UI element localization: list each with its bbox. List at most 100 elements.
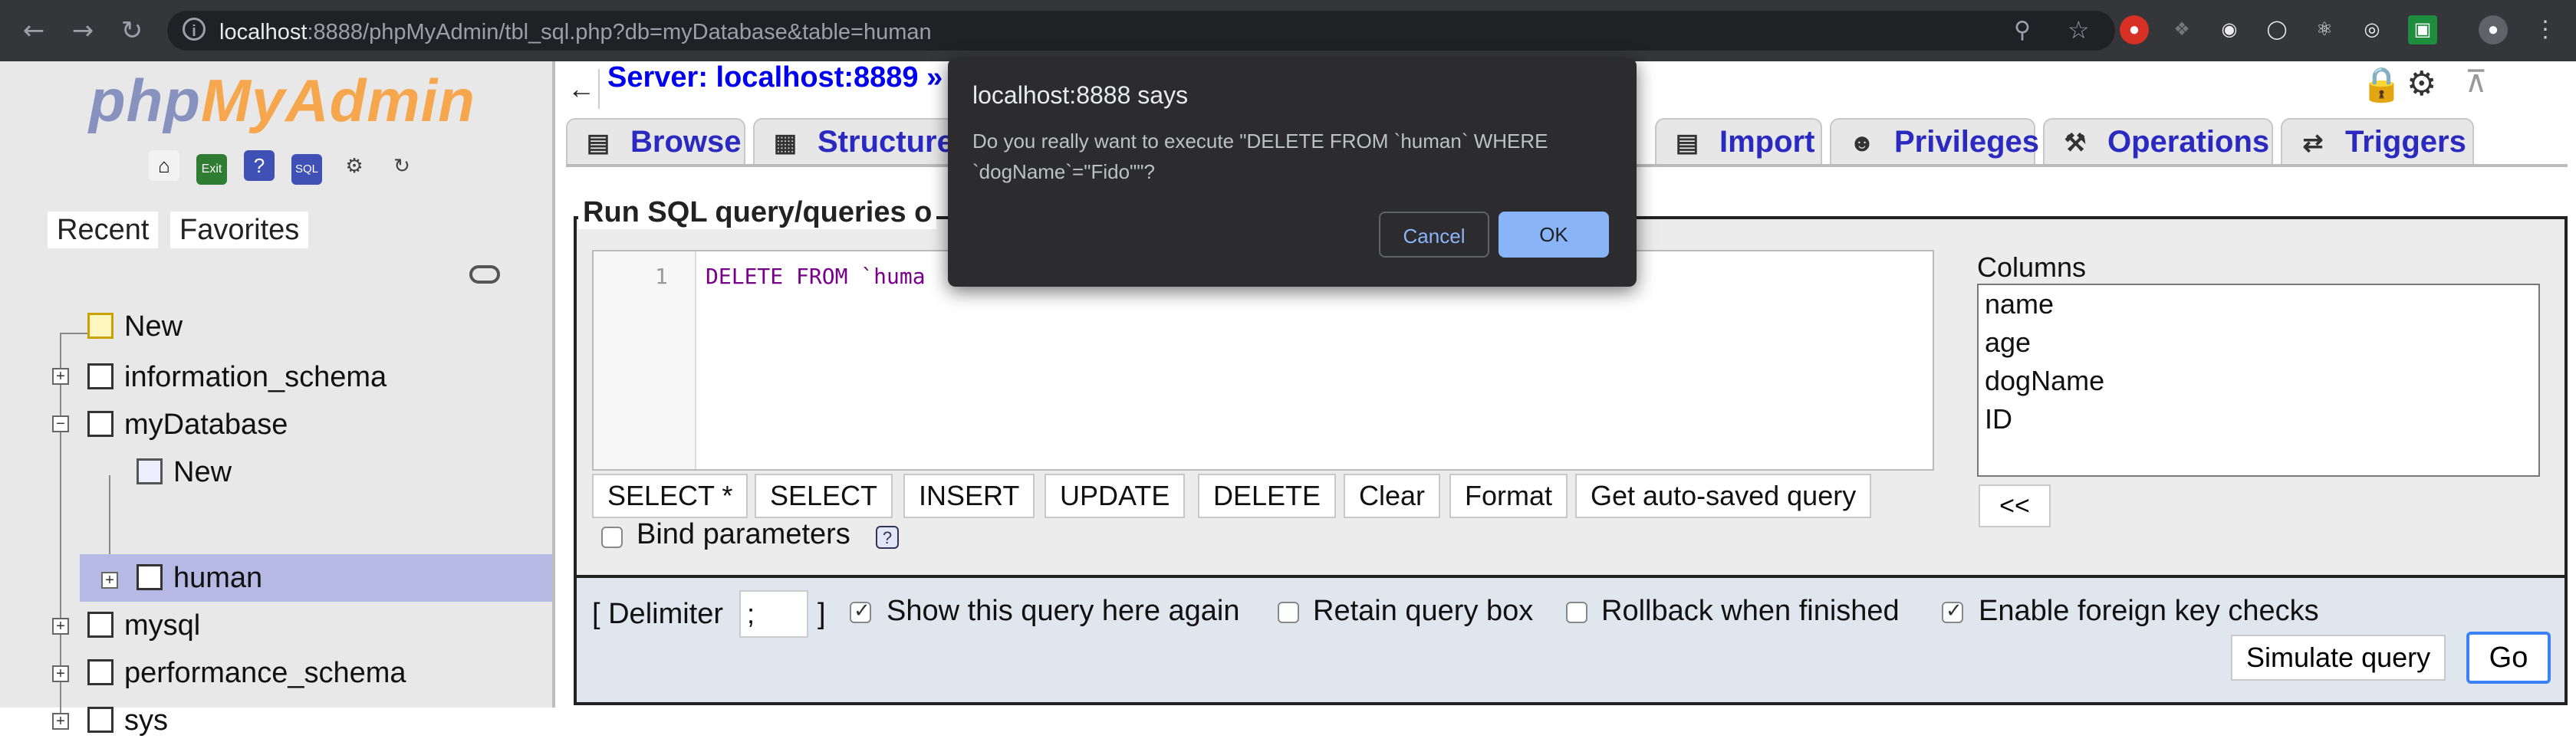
- tab-browse[interactable]: ▤ Browse: [566, 118, 745, 164]
- tree-item-label: human: [173, 562, 263, 594]
- delimiter-input[interactable]: ;: [739, 590, 808, 638]
- logo-my: My: [200, 67, 286, 134]
- go-button[interactable]: Go: [2466, 632, 2551, 684]
- back-icon[interactable]: ←: [15, 12, 52, 49]
- tree-item-label: sys: [124, 704, 168, 737]
- lock-icon[interactable]: 🔒: [2361, 64, 2403, 104]
- bookmark-star-icon[interactable]: ☆: [2068, 15, 2090, 44]
- help-icon[interactable]: ?: [876, 526, 899, 549]
- ok-button[interactable]: OK: [1499, 212, 1609, 258]
- expand-icon[interactable]: +: [52, 618, 69, 635]
- tree-item-mysql[interactable]: mysql: [87, 604, 200, 647]
- tab-operations[interactable]: ⚒ Operations: [2043, 118, 2273, 164]
- tree-item-sys[interactable]: sys: [87, 699, 168, 742]
- logo-php: php: [89, 67, 201, 134]
- select-star-button[interactable]: SELECT *: [592, 474, 748, 518]
- columns-list[interactable]: name age dogName ID: [1977, 284, 2540, 477]
- reload-icon[interactable]: ↻: [114, 12, 150, 49]
- show-query-again-label: Show this query here again: [887, 595, 1240, 627]
- tab-label: Import: [1719, 125, 1815, 159]
- collapse-top-icon[interactable]: ⊼: [2465, 64, 2487, 100]
- retain-query-box-label: Retain query box: [1313, 595, 1534, 627]
- profile-avatar[interactable]: ●: [2479, 15, 2508, 44]
- recent-button[interactable]: Recent: [48, 212, 159, 248]
- extension-green-icon[interactable]: ▣: [2408, 15, 2437, 44]
- simulate-query-button[interactable]: Simulate query: [2231, 635, 2446, 681]
- quick-icon-row: ⌂ Exit? SQL ⚙ ↻: [149, 150, 434, 185]
- breadcrumb[interactable]: Server: localhost:8889 »: [607, 61, 943, 94]
- retain-query-box-checkbox[interactable]: [1278, 602, 1299, 623]
- select-button[interactable]: SELECT: [755, 474, 893, 518]
- bind-parameters-checkbox[interactable]: [601, 527, 623, 548]
- columns-title: Columns: [1977, 251, 2087, 283]
- extension-record-icon[interactable]: ◯: [2262, 15, 2291, 44]
- tab-import[interactable]: ▤ Import: [1655, 118, 1822, 164]
- rollback-checkbox[interactable]: [1566, 602, 1587, 623]
- tree-item-mydatabase[interactable]: myDatabase: [87, 403, 288, 446]
- dialog-title: localhost:8888 says: [972, 81, 1189, 109]
- tab-triggers[interactable]: ⇄ Triggers: [2281, 118, 2474, 164]
- database-icon: [87, 410, 114, 437]
- link-chain-icon[interactable]: [469, 265, 500, 284]
- tree-item-new-table[interactable]: New: [137, 451, 232, 494]
- extension-stop-icon[interactable]: ●: [2120, 15, 2149, 44]
- menu-kebab-icon[interactable]: ⋮: [2531, 15, 2560, 44]
- info-icon[interactable]: i: [183, 18, 206, 41]
- collapse-nav-arrow-icon[interactable]: ←: [564, 69, 600, 109]
- tree-item-human[interactable]: human: [137, 556, 262, 599]
- extension-target-icon[interactable]: ◎: [2357, 15, 2387, 44]
- settings-gear-icon[interactable]: ⚙: [2407, 64, 2436, 103]
- line-number: 1: [655, 264, 668, 289]
- tree-item-performance-schema[interactable]: performance_schema: [87, 652, 406, 694]
- sql-code[interactable]: DELETE FROM `huma: [706, 264, 926, 289]
- clear-button[interactable]: Clear: [1344, 474, 1441, 518]
- extension-puzzle-icon[interactable]: ❖: [2167, 15, 2196, 44]
- expand-icon[interactable]: +: [52, 713, 69, 730]
- tree-item-new-database[interactable]: New: [87, 305, 183, 348]
- insert-button[interactable]: INSERT: [903, 474, 1035, 518]
- favorites-button[interactable]: Favorites: [170, 212, 309, 248]
- forward-icon[interactable]: →: [64, 12, 101, 49]
- format-button[interactable]: Format: [1449, 474, 1568, 518]
- delete-button[interactable]: DELETE: [1198, 474, 1337, 518]
- sql-query-legend: Run SQL query/queries o: [578, 196, 937, 229]
- expand-icon[interactable]: +: [52, 368, 69, 385]
- column-option[interactable]: ID: [1979, 400, 2538, 438]
- home-icon[interactable]: ⌂: [149, 150, 179, 181]
- sql-docs-icon[interactable]: SQL: [291, 154, 322, 185]
- foreign-key-checkbox[interactable]: [1942, 599, 1963, 623]
- url-text[interactable]: localhost:8888/phpMyAdmin/tbl_sql.php?db…: [219, 20, 932, 45]
- column-option[interactable]: dogName: [1979, 362, 2538, 400]
- triggers-icon: ⇄: [2302, 129, 2324, 156]
- get-auto-saved-query-button[interactable]: Get auto-saved query: [1575, 474, 1872, 518]
- foreign-key-label: Enable foreign key checks: [1979, 595, 2319, 627]
- insert-column-button[interactable]: <<: [1979, 484, 2051, 527]
- navigation-panel: phpMyAdmin ⌂ Exit? SQL ⚙ ↻ Recent Favorites …: [0, 61, 555, 737]
- tree-item-information-schema[interactable]: information_schema: [87, 356, 387, 399]
- tree-line: [60, 333, 87, 334]
- expand-icon[interactable]: +: [101, 572, 118, 589]
- new-database-icon: [87, 312, 114, 339]
- database-icon: [87, 611, 114, 638]
- extension-circle-icon[interactable]: ◉: [2215, 15, 2244, 44]
- reload-nav-icon[interactable]: ↻: [387, 150, 417, 181]
- column-option[interactable]: name: [1979, 285, 2538, 323]
- cancel-button[interactable]: Cancel: [1379, 212, 1489, 258]
- address-bar[interactable]: i localhost:8888/phpMyAdmin/tbl_sql.php?…: [167, 11, 2115, 51]
- privileges-icon: ☻: [1849, 129, 1875, 156]
- delimiter-label: [ Delimiter: [592, 598, 724, 630]
- show-query-again-checkbox[interactable]: [850, 599, 871, 623]
- delimiter-close-bracket: ]: [818, 598, 826, 630]
- help-icon[interactable]: ?: [244, 150, 275, 181]
- expand-icon[interactable]: +: [52, 665, 69, 682]
- extension-react-icon[interactable]: ⚛: [2310, 15, 2339, 44]
- tab-privileges[interactable]: ☻ Privileges: [1830, 118, 2039, 164]
- update-button[interactable]: UPDATE: [1045, 474, 1186, 518]
- logout-icon[interactable]: Exit: [196, 154, 227, 185]
- browser-toolbar: ← → ↻ i localhost:8888/phpMyAdmin/tbl_sq…: [0, 0, 2576, 61]
- zoom-icon[interactable]: ⚲: [2014, 17, 2031, 44]
- collapse-icon[interactable]: −: [52, 415, 69, 432]
- column-option[interactable]: age: [1979, 323, 2538, 362]
- settings-gear-icon[interactable]: ⚙: [339, 150, 370, 181]
- phpmyadmin-logo[interactable]: phpMyAdmin: [89, 66, 475, 136]
